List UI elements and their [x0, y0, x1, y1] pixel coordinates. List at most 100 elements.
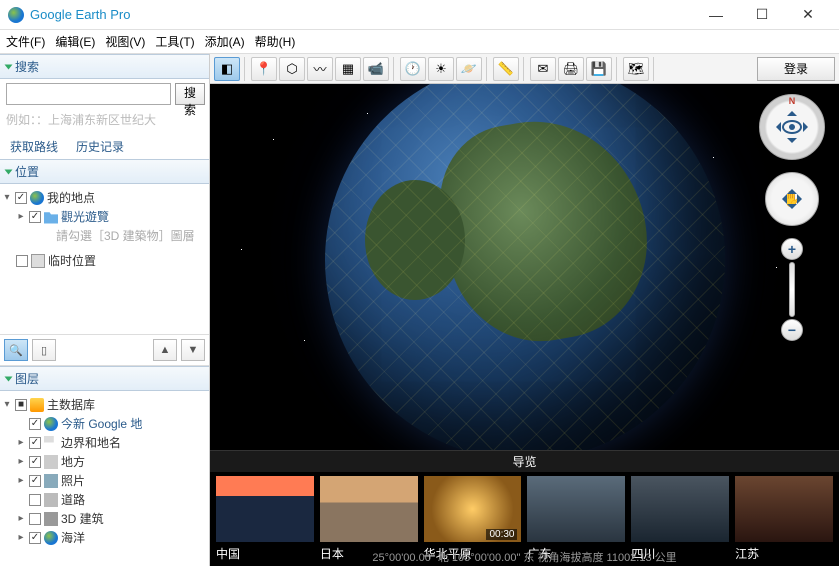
move-up-button[interactable]: ▲	[153, 339, 177, 361]
zoom-in-button[interactable]: +	[781, 238, 803, 260]
folder-icon	[44, 210, 58, 224]
checkbox[interactable]: ✓	[29, 475, 41, 487]
maps-button[interactable]: 🗺	[623, 57, 649, 81]
app-icon	[8, 7, 24, 23]
checkbox[interactable]: ✓	[29, 437, 41, 449]
polygon-button[interactable]: ⬡	[279, 57, 305, 81]
window-title: Google Earth Pro	[30, 7, 693, 22]
directions-link[interactable]: 获取路线	[10, 138, 58, 155]
panel-layers-title: 图层	[15, 370, 39, 387]
sunlight-button[interactable]: ☀	[428, 57, 454, 81]
collapse-icon	[5, 169, 13, 174]
checkbox[interactable]: ■	[15, 399, 27, 411]
checkbox[interactable]: ✓	[29, 532, 41, 544]
expander-icon[interactable]: ▸	[16, 513, 26, 524]
expander-icon[interactable]: ▸	[16, 437, 26, 448]
record-tour-button[interactable]: 📹	[363, 57, 389, 81]
layout-button[interactable]: ▯	[32, 339, 56, 361]
image-overlay-button[interactable]: ▦	[335, 57, 361, 81]
collapse-icon	[5, 376, 13, 381]
layer-label: 今新 Google 地	[61, 415, 142, 432]
path-button[interactable]: 〰	[307, 57, 333, 81]
places-tree: ▾ ✓ 我的地点 ▸ ✓ 觀光遊覽 請勾選［3D 建築物］圖層 临时位置	[0, 184, 209, 274]
checkbox[interactable]	[16, 255, 28, 267]
zoom-out-button[interactable]: −	[781, 319, 803, 341]
menu-edit[interactable]: 编辑(E)	[55, 33, 95, 50]
panel-places-title: 位置	[15, 163, 39, 180]
viewport: ◧ 📍 ⬡ 〰 ▦ 📹 🕐 ☀ 🪐 📏 ✉ 🖨 💾	[210, 54, 839, 566]
sidebar-toggle-button[interactable]: ◧	[214, 57, 240, 81]
tree-my-places[interactable]: ▾ ✓ 我的地点	[2, 188, 207, 207]
ruler-button[interactable]: 📏	[493, 57, 519, 81]
close-button[interactable]: ✕	[785, 0, 831, 30]
layer-label: 海洋	[61, 529, 85, 546]
layers-tree: ▾ ■ 主数据库 ✓ 今新 Google 地 ▸ ✓ 边界和地名 ▸ ✓	[0, 391, 209, 566]
layer-label: 地方	[61, 453, 85, 470]
expander-icon[interactable]: ▾	[2, 399, 12, 410]
sightseeing-label: 觀光遊覽	[61, 208, 109, 225]
expander-icon[interactable]: ▸	[16, 532, 26, 543]
email-button[interactable]: ✉	[530, 57, 556, 81]
zoom-control: + −	[781, 238, 803, 341]
checkbox[interactable]: ✓	[29, 456, 41, 468]
search-hint: 例如：：上海浦东新区世纪大	[6, 111, 203, 128]
panel-places-header[interactable]: 位置	[0, 159, 209, 184]
layer-item[interactable]: ✓ 今新 Google 地	[2, 414, 207, 433]
placemark-button[interactable]: 📍	[251, 57, 277, 81]
primary-db-label: 主数据库	[47, 396, 95, 413]
menubar: 文件(F) 编辑(E) 视图(V) 工具(T) 添加(A) 帮助(H)	[0, 30, 839, 54]
search-button[interactable]: 搜索	[175, 83, 205, 105]
search-places-button[interactable]: 🔍	[4, 339, 28, 361]
layer-label: 边界和地名	[61, 434, 121, 451]
globe-view[interactable]: ✋ + −	[210, 84, 839, 450]
maximize-button[interactable]: ☐	[739, 0, 785, 30]
save-image-button[interactable]: 💾	[586, 57, 612, 81]
checkbox[interactable]: ✓	[29, 211, 41, 223]
layer-label: 照片	[61, 472, 85, 489]
planet-button[interactable]: 🪐	[456, 57, 482, 81]
look-compass[interactable]	[759, 94, 825, 160]
minimize-button[interactable]: —	[693, 0, 739, 30]
temp-label: 临时位置	[48, 252, 96, 269]
top-toolbar: ◧ 📍 ⬡ 〰 ▦ 📹 🕐 ☀ 🪐 📏 ✉ 🖨 💾	[210, 54, 839, 84]
layer-item[interactable]: ▸ ✓ 边界和地名	[2, 433, 207, 452]
tree-sightseeing[interactable]: ▸ ✓ 觀光遊覽	[2, 207, 207, 226]
layer-item[interactable]: ▸ 3D 建筑	[2, 509, 207, 528]
checkbox[interactable]: ✓	[29, 418, 41, 430]
menu-file[interactable]: 文件(F)	[6, 33, 45, 50]
expander-icon[interactable]: ▸	[16, 475, 26, 486]
history-button[interactable]: 🕐	[400, 57, 426, 81]
move-down-button[interactable]: ▼	[181, 339, 205, 361]
checkbox[interactable]	[29, 513, 41, 525]
search-input[interactable]	[6, 83, 171, 105]
database-icon	[30, 398, 44, 412]
print-button[interactable]: 🖨	[558, 57, 584, 81]
pan-control[interactable]: ✋	[765, 172, 819, 226]
checkbox[interactable]: ✓	[15, 192, 27, 204]
menu-view[interactable]: 视图(V)	[105, 33, 145, 50]
tree-primary-db[interactable]: ▾ ■ 主数据库	[2, 395, 207, 414]
flag-icon	[44, 436, 58, 450]
buildings-icon	[44, 512, 58, 526]
panel-search-header[interactable]: 搜索	[0, 54, 209, 79]
tree-temp-places[interactable]: 临时位置	[2, 251, 207, 270]
layer-item[interactable]: ▸ ✓ 地方	[2, 452, 207, 471]
globe[interactable]	[325, 84, 725, 450]
layer-item[interactable]: ▸ ✓ 海洋	[2, 528, 207, 547]
layer-item[interactable]: ▸ ✓ 照片	[2, 471, 207, 490]
eye-icon	[782, 120, 802, 134]
zoom-slider[interactable]	[789, 262, 795, 317]
expander-icon[interactable]: ▸	[16, 211, 26, 222]
menu-add[interactable]: 添加(A)	[205, 33, 245, 50]
menu-tools[interactable]: 工具(T)	[155, 33, 194, 50]
expander-icon[interactable]: ▸	[16, 456, 26, 467]
layer-item[interactable]: 道路	[2, 490, 207, 509]
panel-layers-header[interactable]: 图层	[0, 366, 209, 391]
checkbox[interactable]	[29, 494, 41, 506]
tree-sightseeing-hint: 請勾選［3D 建築物］圖層	[2, 226, 207, 245]
menu-help[interactable]: 帮助(H)	[255, 33, 296, 50]
places-toolbar: 🔍 ▯ ▲ ▼	[0, 334, 209, 366]
login-button[interactable]: 登录	[757, 57, 835, 81]
history-link[interactable]: 历史记录	[76, 138, 124, 155]
expander-icon[interactable]: ▾	[2, 192, 12, 203]
